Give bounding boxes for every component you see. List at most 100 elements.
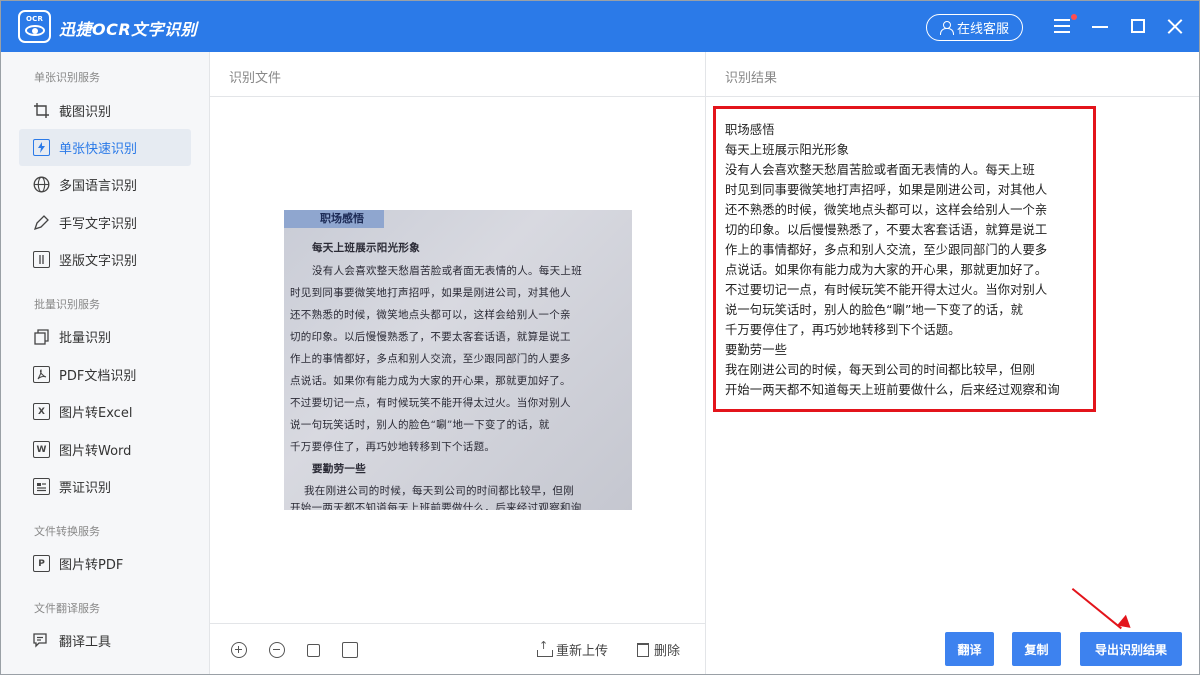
sidebar-item-label: 截图识别: [59, 105, 112, 120]
result-line: 要勤劳一些: [725, 343, 787, 357]
sidebar-item-label: 单张快速识别: [59, 142, 138, 157]
sidebar-item-label: 竖版文字识别: [59, 254, 138, 269]
sidebar-item-pdf-recognize[interactable]: PDF文档识别: [19, 356, 191, 393]
sidebar-item-handwriting[interactable]: 手写文字识别: [19, 204, 191, 241]
result-line: 每天上班展示阳光形象: [725, 143, 849, 157]
online-service-label: 在线客服: [956, 22, 1009, 37]
sidebar-item-vertical-text[interactable]: 竖版文字识别: [19, 241, 191, 278]
maximize-icon[interactable]: [1127, 15, 1149, 37]
result-line: 千万要停住了，再巧妙地转移到下个话题。: [725, 323, 961, 337]
scanned-document-image: 职场感悟 每天上班展示阳光形象 没有人会喜欢整天愁眉苦脸或者面无表情的人。每天上…: [284, 210, 632, 510]
copy-button[interactable]: 复制: [1012, 632, 1061, 666]
sidebar-item-image-to-excel[interactable]: X 图片转Excel: [19, 393, 191, 430]
fit-screen-icon[interactable]: [342, 642, 358, 658]
user-service-icon: [939, 21, 954, 35]
result-line: 时见到同事要微笑地打声招呼，如果是刚进公司，对其他人: [725, 183, 1048, 197]
sidebar-item-label: PDF文档识别: [59, 369, 137, 384]
minimize-icon[interactable]: [1089, 15, 1111, 37]
app-title: 迅捷OCR文字识别: [59, 20, 198, 39]
sidebar-item-image-to-pdf[interactable]: P 图片转PDF: [19, 545, 191, 582]
delete-label: 删除: [654, 644, 681, 659]
scan-line: 作上的事情都好，多点和别人交流，至少跟同部门的人要多: [290, 353, 571, 365]
sidebar-item-label: 批量识别: [59, 331, 112, 346]
word-icon: W: [33, 441, 50, 458]
notification-dot: [1071, 14, 1077, 20]
section-title-single: 单张识别服务: [34, 71, 100, 84]
sidebar-item-image-to-word[interactable]: W 图片转Word: [19, 431, 191, 468]
title-bar: OCR 迅捷OCR文字识别 在线客服: [1, 1, 1199, 52]
ocr-logo-icon: OCR: [18, 10, 51, 43]
result-line: 职场感悟: [725, 123, 775, 137]
reupload-button[interactable]: 重新上传: [537, 639, 609, 659]
pen-icon: [33, 214, 50, 231]
globe-icon: [33, 176, 50, 193]
sidebar-item-label: 图片转PDF: [59, 558, 124, 573]
sidebar-item-label: 票证识别: [59, 481, 112, 496]
sidebar-item-translate-tool[interactable]: 翻译工具: [19, 622, 191, 659]
scan-title: 职场感悟: [284, 210, 384, 228]
source-file-panel: 识别文件 职场感悟 每天上班展示阳光形象 没有人会喜欢整天愁眉苦脸或者面无表情的…: [210, 52, 706, 674]
sidebar-item-label: 图片转Word: [59, 444, 132, 459]
scan-line: 没有人会喜欢整天愁眉苦脸或者面无表情的人。每天上班: [312, 265, 582, 277]
sidebar-item-screenshot[interactable]: 截图识别: [19, 92, 191, 129]
scan-line: 要勤劳一些: [312, 463, 366, 475]
upload-icon: [537, 639, 553, 657]
pdf-icon: [33, 366, 50, 383]
sidebar-item-label: 手写文字识别: [59, 217, 138, 232]
scan-line: 我在刚进公司的时候，每天到公司的时间都比较早，但刚: [304, 485, 574, 497]
translate-button[interactable]: 翻译: [945, 632, 994, 666]
result-text-area[interactable]: 职场感悟 每天上班展示阳光形象 没有人会喜欢整天愁眉苦脸或者面无表情的人。每天上…: [713, 106, 1096, 412]
sidebar-item-label: 图片转Excel: [59, 406, 133, 421]
result-line: 不过要切记一点，有时候玩笑不能开得太过火。当你对别人: [725, 283, 1048, 297]
sidebar-item-label: 翻译工具: [59, 635, 112, 650]
scan-line: 千万要停住了，再巧妙地转移到下个话题。: [290, 441, 496, 453]
sidebar-item-ticket[interactable]: 票证识别: [19, 468, 191, 505]
rotate-icon[interactable]: [307, 644, 320, 657]
zoom-in-icon[interactable]: [231, 642, 247, 658]
result-header: 识别结果: [706, 52, 1199, 97]
scan-line: 时见到同事要微笑地打声招呼，如果是刚进公司，对其他人: [290, 287, 571, 299]
scan-line: 说一句玩笑话时，别人的脸色“唰”地一下变了的话，就: [290, 419, 550, 431]
pdf-file-icon: P: [33, 555, 50, 572]
batch-icon: [33, 328, 50, 345]
result-line: 作上的事情都好，多点和别人交流，至少跟同部门的人要多: [725, 243, 1048, 257]
trash-icon: [637, 642, 649, 657]
result-line: 我在刚进公司的时候，每天到公司的时间都比较早，但刚: [725, 363, 1035, 377]
scan-line: 每天上班展示阳光形象: [312, 242, 420, 254]
ticket-icon: [33, 478, 50, 495]
scan-line: 不过要切记一点，有时候玩笑不能开得太过火。当你对别人: [290, 397, 571, 409]
section-title-translate: 文件翻译服务: [34, 602, 100, 615]
result-line: 开始一两天都不知道每天上班前要做什么，后来经过观察和询: [725, 383, 1060, 397]
quick-recognize-icon: [33, 139, 50, 156]
scan-line: 切的印象。以后慢慢熟悉了，不要太客套话语，就算是说工: [290, 331, 571, 343]
excel-icon: X: [33, 403, 50, 420]
result-line: 点说话。如果你有能力成为大家的开心果，那就更加好了。: [725, 263, 1048, 277]
source-file-header: 识别文件: [210, 52, 705, 97]
image-toolbar: 重新上传 删除: [210, 623, 705, 674]
sidebar-item-label: 多国语言识别: [59, 179, 138, 194]
sidebar: 单张识别服务 截图识别 单张快速识别 多国语言识别 手写文字识别 竖版文字识别 …: [1, 52, 210, 674]
zoom-out-icon[interactable]: [269, 642, 285, 658]
crop-icon: [33, 102, 50, 119]
close-icon[interactable]: [1164, 15, 1186, 37]
reupload-label: 重新上传: [556, 644, 609, 659]
sidebar-item-batch[interactable]: 批量识别: [19, 318, 191, 355]
menu-icon[interactable]: [1052, 14, 1077, 37]
vertical-text-icon: [33, 251, 50, 268]
scan-line: 点说话。如果你有能力成为大家的开心果，那就更加好了。: [290, 375, 571, 387]
section-title-batch: 批量识别服务: [34, 298, 100, 311]
delete-button[interactable]: 删除: [637, 640, 680, 659]
translate-icon: [33, 632, 50, 649]
export-result-button[interactable]: 导出识别结果: [1080, 632, 1182, 666]
result-line: 还不熟悉的时候，微笑地点头都可以，这样会给别人一个亲: [725, 203, 1048, 217]
sidebar-item-multi-language[interactable]: 多国语言识别: [19, 166, 191, 203]
result-line: 切的印象。以后慢慢熟悉了，不要太客套话语，就算是说工: [725, 223, 1048, 237]
scan-line: 开始一两天都不知道每天上班前要做什么，后来经过观察和询: [290, 502, 582, 510]
scan-line: 还不熟悉的时候，微笑地点头都可以，这样会给别人一个亲: [290, 309, 571, 321]
result-panel: 识别结果 职场感悟 每天上班展示阳光形象 没有人会喜欢整天愁眉苦脸或者面无表情的…: [706, 52, 1199, 674]
result-line: 没有人会喜欢整天愁眉苦脸或者面无表情的人。每天上班: [725, 163, 1035, 177]
sidebar-item-quick-recognize[interactable]: 单张快速识别: [19, 129, 191, 166]
online-service-button[interactable]: 在线客服: [926, 14, 1023, 41]
result-line: 说一句玩笑话时，别人的脸色“唰”地一下变了的话，就: [725, 303, 1024, 317]
section-title-convert: 文件转换服务: [34, 525, 100, 538]
